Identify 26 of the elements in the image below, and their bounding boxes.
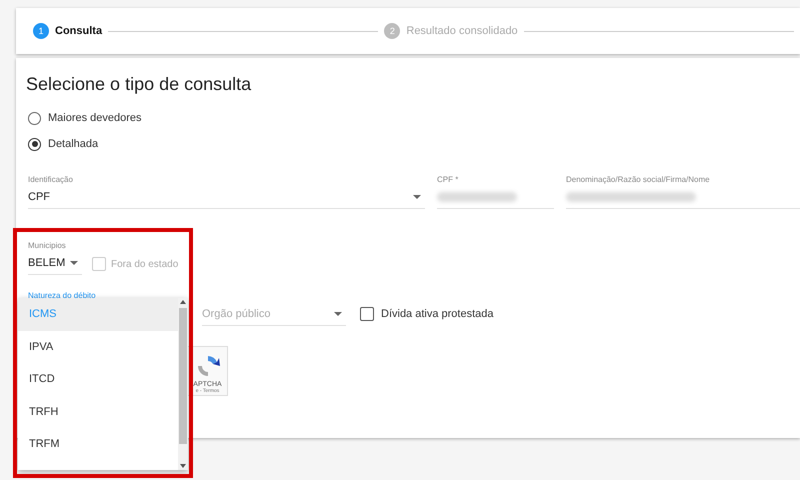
field-label: Denominação/Razão social/Firma/Nome	[566, 175, 711, 186]
scroll-up-icon	[180, 300, 186, 304]
step-number: 2	[384, 23, 400, 39]
menu-item[interactable]: TRFM	[18, 428, 178, 461]
field-label: Identificação	[28, 175, 74, 186]
municipality-select[interactable]: BELEM	[28, 252, 82, 275]
field-label: Municipios	[28, 241, 67, 252]
radio-label[interactable]: Detalhada	[48, 138, 98, 150]
checkbox[interactable]	[360, 307, 374, 321]
identification-select[interactable]: CPF	[28, 186, 425, 209]
checkbox-label[interactable]: Dívida ativa protestada	[381, 308, 494, 320]
caret-icon	[413, 195, 421, 199]
menu-item[interactable]: ITCD	[18, 363, 178, 396]
radio-label[interactable]: Maiores devedores	[48, 112, 142, 124]
caret-icon	[334, 312, 342, 316]
scroll-down-icon	[180, 464, 186, 468]
menu-item[interactable]: IPVA	[18, 330, 178, 364]
caret-icon	[70, 261, 78, 265]
step-number: 1	[33, 23, 49, 39]
radio-button[interactable]	[28, 138, 41, 150]
field-label: CPF *	[437, 175, 460, 186]
menu-item[interactable]: TRFH	[18, 396, 178, 428]
step-label[interactable]: Consulta	[55, 25, 102, 37]
form-title: Selecione o tipo de consulta	[26, 74, 252, 95]
radio-button[interactable]	[28, 112, 41, 124]
scrollbar[interactable]	[178, 298, 188, 470]
